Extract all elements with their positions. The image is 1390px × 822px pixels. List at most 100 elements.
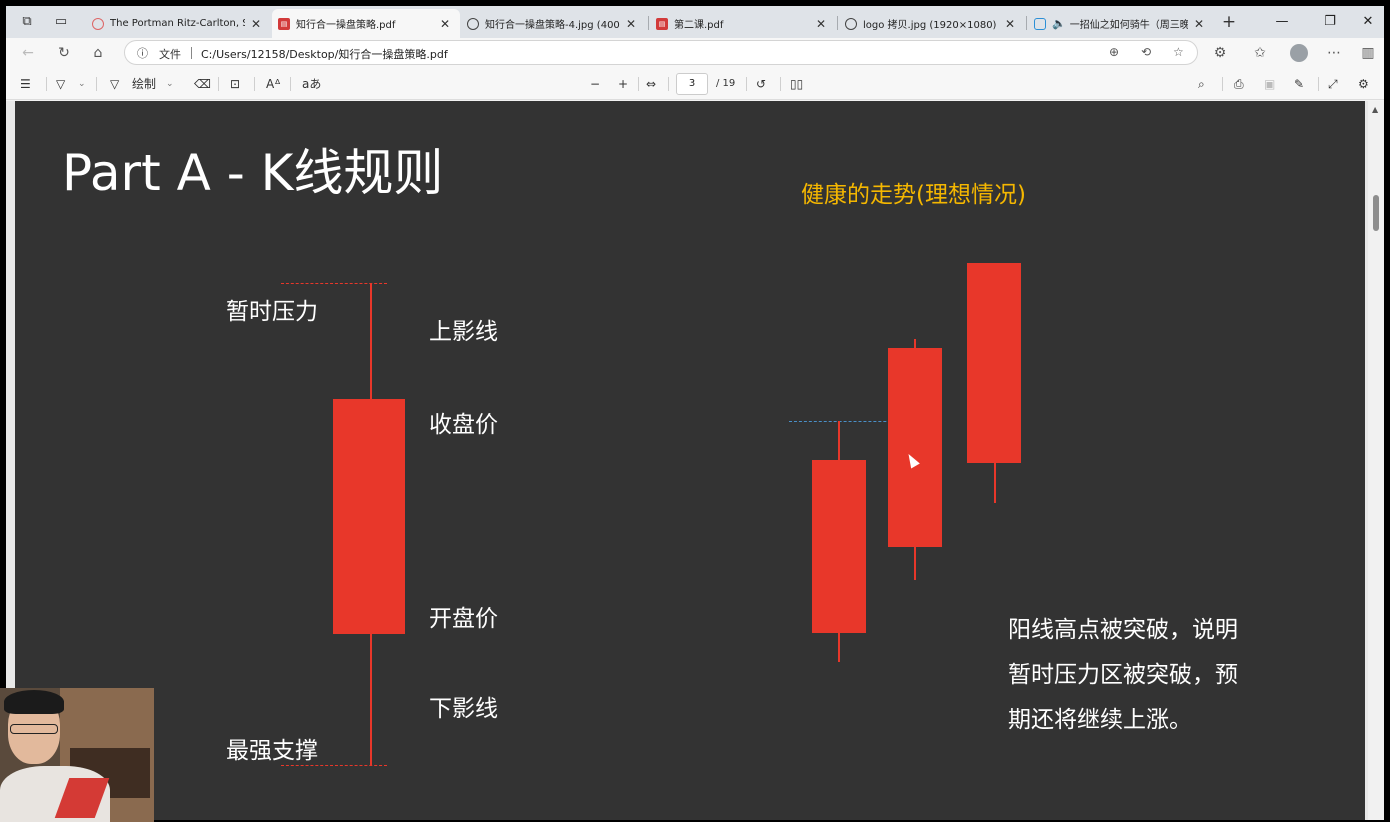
tab-separator [1026, 16, 1027, 30]
candle-1-body [812, 460, 866, 633]
sidebar-toggle-icon[interactable]: ▥ [1358, 43, 1378, 63]
page-number-input[interactable]: 3 [676, 73, 708, 95]
description-line: 暂时压力区被突破，预 [1008, 662, 1238, 688]
window-close-icon[interactable]: ✕ [1358, 12, 1378, 32]
draw-label[interactable]: 绘制 [132, 76, 156, 92]
toolbar-separator [638, 77, 639, 91]
pdf-viewer[interactable]: Part A - K线规则 暂时压力 上影线 收盘价 开盘价 下影线 最强支撑 … [6, 101, 1384, 820]
trend-description: 阳线高点被突破，说明 暂时压力区被突破，预 期还将继续上涨。 [1008, 608, 1308, 743]
pdf-page: Part A - K线规则 暂时压力 上影线 收盘价 开盘价 下影线 最强支撑 … [15, 101, 1365, 820]
label-lower-shadow: 下影线 [429, 696, 498, 722]
highlight-icon[interactable]: ▽ [56, 76, 65, 92]
close-icon[interactable]: ✕ [440, 17, 452, 31]
toolbar-separator [1318, 77, 1319, 91]
navigation-bar: ← ↻ ⌂ ⓘ 文件 C:/Users/12158/Desktop/知行合一操盘… [6, 38, 1384, 68]
add-text-icon[interactable]: ⊡ [230, 76, 240, 92]
tab-logo-jpg[interactable]: logo 拷贝.jpg (1920×1080) ✕ [839, 9, 1025, 38]
label-temp-pressure: 暂时压力 [226, 299, 318, 325]
candle-3-lower-wick [994, 462, 996, 503]
toolbar-separator [1222, 77, 1223, 91]
info-icon[interactable]: ⓘ [137, 45, 148, 61]
label-upper-shadow: 上影线 [429, 319, 498, 345]
zoom-in-icon[interactable]: + [618, 76, 628, 92]
search-icon[interactable]: ⌕ [1198, 76, 1205, 92]
workspaces-icon[interactable]: ⧉ [18, 13, 36, 31]
globe-icon [845, 17, 857, 30]
label-close-price: 收盘价 [429, 412, 498, 438]
tab-title: 第二课.pdf [674, 20, 724, 31]
home-icon[interactable]: ⌂ [88, 43, 108, 63]
extensions-icon[interactable]: ⚙ [1210, 43, 1230, 63]
label-strongest-support: 最强支撑 [226, 738, 318, 764]
tab-portman[interactable]: The Portman Ritz-Carlton, Shang ✕ [86, 9, 271, 38]
tab-separator [837, 16, 838, 30]
minimize-icon[interactable]: — [1272, 12, 1292, 32]
chevron-down-icon[interactable]: ⌄ [78, 76, 86, 92]
address-bar[interactable]: ⓘ 文件 C:/Users/12158/Desktop/知行合一操盘策略.pdf… [124, 40, 1198, 65]
scroll-thumb[interactable] [1373, 195, 1379, 231]
tab-title: logo 拷贝.jpg (1920×1080) [863, 20, 997, 31]
presenter-hair [4, 690, 64, 714]
close-icon[interactable]: ✕ [251, 17, 263, 31]
favorites-icon[interactable]: ✩ [1250, 43, 1270, 63]
pdf-icon: ▤ [278, 17, 290, 30]
pdf-icon: ▤ [656, 17, 668, 30]
refresh-icon[interactable]: ↻ [54, 43, 74, 63]
settings-gear-icon[interactable]: ⚙ [1358, 76, 1369, 92]
page-view-icon[interactable]: ▯▯ [790, 76, 803, 92]
candle-2-body [888, 348, 942, 547]
contents-icon[interactable]: ☰ [20, 76, 31, 92]
pdf-toolbar: ☰ ▽ ⌄ ▽ 绘制 ⌄ ⌫ ⊡ Aᐞ aあ − + ⇔ 3 / 19 ↺ ▯▯… [6, 68, 1384, 100]
fullscreen-icon[interactable]: ⤢ [1328, 76, 1338, 92]
chevron-down-icon[interactable]: ⌄ [166, 76, 174, 92]
toolbar-separator [290, 77, 291, 91]
description-line: 期还将继续上涨。 [1008, 707, 1192, 733]
globe-icon [467, 17, 479, 30]
profile-avatar[interactable] [1290, 44, 1308, 62]
save-as-icon[interactable]: ✎ [1294, 76, 1304, 92]
speaker-icon[interactable]: 🔈 [1052, 17, 1066, 30]
print-icon[interactable]: ⎙ [1234, 76, 1244, 92]
draw-icon[interactable]: ▽ [110, 76, 119, 92]
vertical-scrollbar[interactable]: ▲ [1368, 101, 1384, 820]
presenter-glasses [10, 724, 58, 734]
webcam-overlay [0, 688, 154, 822]
candle-2-lower-wick [914, 546, 916, 580]
page-total: / 19 [716, 78, 736, 89]
close-icon[interactable]: ✕ [1005, 17, 1017, 31]
new-tab-icon[interactable]: + [1220, 13, 1238, 31]
lower-shadow-wick [370, 634, 372, 766]
tab-pdf-strategy[interactable]: ▤ 知行合一操盘策略.pdf ✕ [272, 9, 460, 38]
text-size-icon[interactable]: Aᐞ [266, 76, 281, 92]
slide-title: Part A - K线规则 [62, 144, 444, 202]
tab-lesson-two[interactable]: ▤ 第二课.pdf ✕ [650, 9, 836, 38]
candle-1-upper-wick [838, 421, 840, 461]
close-icon[interactable]: ✕ [626, 17, 638, 31]
read-aloud-button[interactable]: aあ [302, 76, 321, 92]
tab-bilibili[interactable]: 🔈 一招仙之如何骑牛（周三晚 ✕ [1028, 9, 1214, 38]
immersive-reader-icon[interactable]: ⟲ [1141, 45, 1151, 59]
back-icon[interactable]: ← [18, 43, 38, 63]
rotate-icon[interactable]: ↺ [756, 76, 766, 92]
restore-icon[interactable]: ❐ [1320, 12, 1340, 32]
label-open-price: 开盘价 [429, 606, 498, 632]
tab-actions-icon[interactable]: ▭ [52, 13, 70, 31]
save-icon[interactable]: ▣ [1264, 76, 1275, 92]
close-icon[interactable]: ✕ [816, 17, 828, 31]
more-menu-icon[interactable]: ⋯ [1324, 43, 1344, 63]
description-line: 阳线高点被突破，说明 [1008, 617, 1238, 643]
close-icon[interactable]: ✕ [1194, 17, 1206, 31]
anatomy-candle-body [333, 399, 405, 634]
file-label: 文件 [159, 48, 181, 61]
zoom-out-icon[interactable]: − [590, 76, 600, 92]
zoom-icon[interactable]: ⊕ [1109, 45, 1119, 59]
favorite-star-icon[interactable]: ☆ [1173, 45, 1184, 59]
url-text[interactable]: C:/Users/12158/Desktop/知行合一操盘策略.pdf [201, 46, 448, 62]
eraser-icon[interactable]: ⌫ [194, 76, 211, 92]
fit-page-icon[interactable]: ⇔ [646, 76, 656, 92]
tab-jpg-strategy[interactable]: 知行合一操盘策略-4.jpg (4000× ✕ [461, 9, 646, 38]
scroll-up-icon[interactable]: ▲ [1372, 105, 1378, 114]
healthy-trend-title: 健康的走势(理想情况) [801, 182, 1026, 208]
toolbar-separator [46, 77, 47, 91]
tab-title: 知行合一操盘策略-4.jpg (4000× [485, 20, 620, 31]
